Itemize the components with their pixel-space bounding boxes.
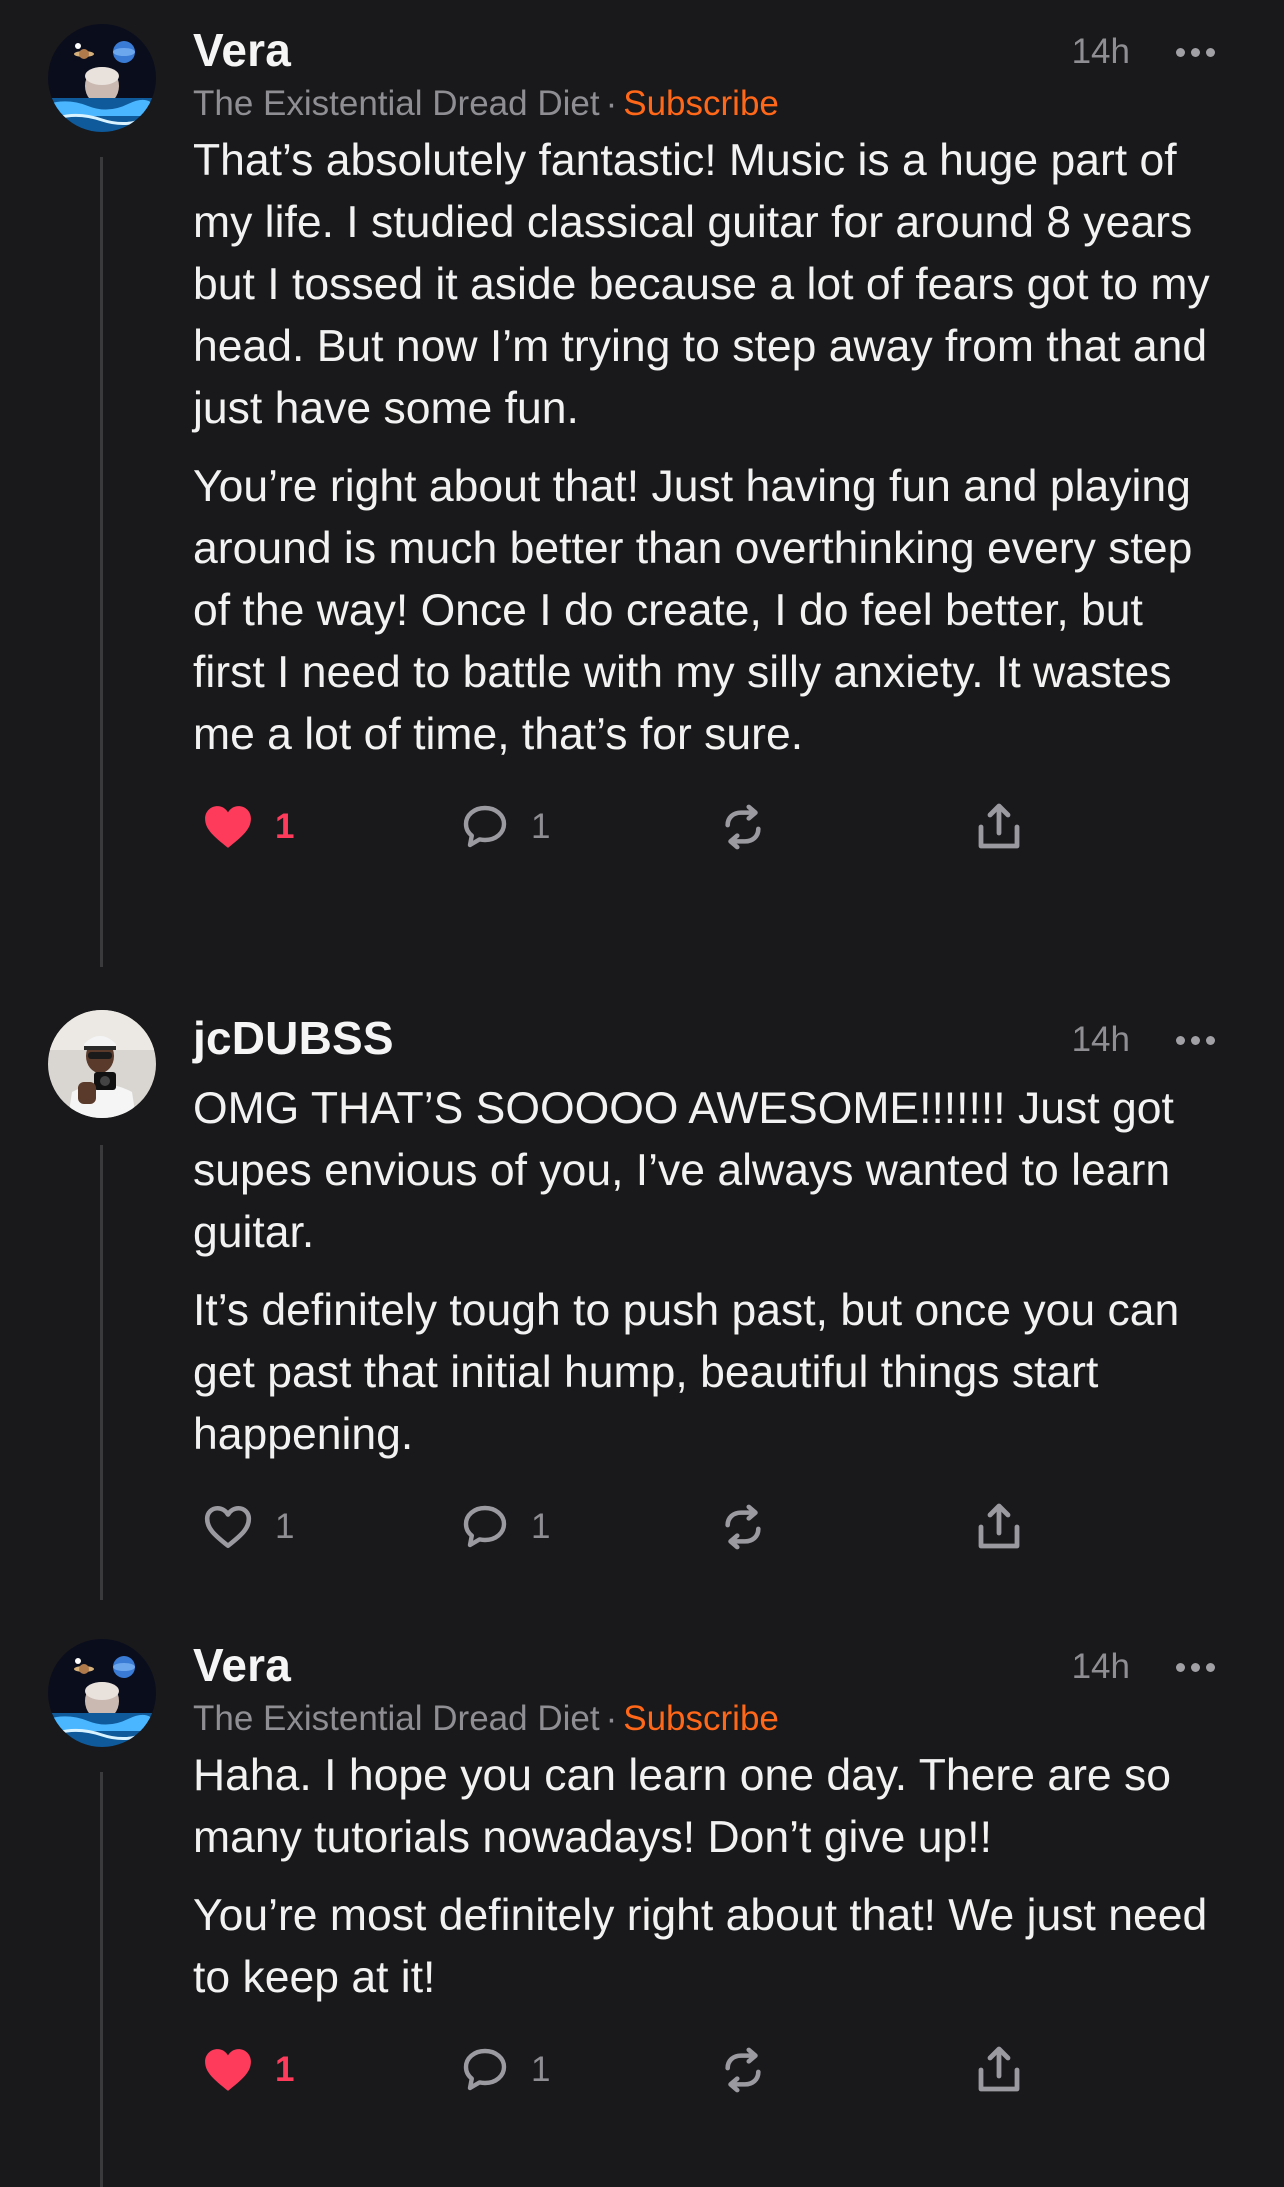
comment-actions: 1 1 bbox=[193, 2025, 1224, 2115]
reply-button[interactable]: 1 bbox=[461, 1482, 550, 1572]
share-button[interactable] bbox=[977, 2025, 1021, 2115]
restack-button[interactable] bbox=[719, 782, 767, 872]
heart-icon bbox=[205, 2049, 251, 2091]
comment-paragraph: It’s definitely tough to push past, but … bbox=[193, 1286, 1180, 1459]
avatar-jcdubss[interactable] bbox=[48, 1010, 156, 1118]
publication-name[interactable]: The Existential Dread Diet bbox=[193, 1699, 600, 1738]
avatar-vera[interactable] bbox=[48, 1639, 156, 1747]
comment-bubble-icon bbox=[463, 1505, 507, 1548]
comment: Vera 14h The Existential Dread Diet · Subs… bbox=[0, 22, 1284, 967]
comment: Vera 14h The Existential Dread Diet · Subs… bbox=[0, 1637, 1284, 2187]
share-button[interactable] bbox=[977, 1482, 1021, 1572]
share-icon bbox=[978, 803, 1020, 849]
avatar-vera[interactable] bbox=[48, 24, 156, 132]
restack-button[interactable] bbox=[719, 2025, 767, 2115]
more-dots-icon[interactable] bbox=[1176, 42, 1216, 62]
separator: · bbox=[605, 84, 618, 123]
like-button[interactable]: 1 bbox=[203, 782, 294, 872]
author-name[interactable]: Vera bbox=[193, 1637, 291, 1693]
comment-actions: 1 1 bbox=[193, 782, 1224, 872]
timestamp: 14h bbox=[1071, 32, 1130, 71]
restack-button[interactable] bbox=[719, 1482, 767, 1572]
timestamp: 14h bbox=[1071, 1020, 1130, 1059]
comment-header: Vera 14h bbox=[193, 1637, 1224, 1693]
comment-actions: 1 1 bbox=[193, 1482, 1224, 1572]
comment-paragraph: OMG THAT’S SOOOOO AWESOME!!!!!!! Just go… bbox=[193, 1084, 1174, 1257]
heart-outline-icon bbox=[204, 1505, 252, 1549]
restack-icon bbox=[725, 804, 761, 850]
restack-icon bbox=[725, 1504, 761, 1550]
comment-bubble-icon bbox=[463, 2048, 507, 2091]
like-button[interactable]: 1 bbox=[203, 1482, 294, 1572]
reply-button[interactable]: 1 bbox=[461, 782, 550, 872]
comment-paragraph: Haha. I hope you can learn one day. Ther… bbox=[193, 1751, 1172, 1862]
reply-count: 1 bbox=[531, 1507, 551, 1546]
comment-paragraph: That’s absolutely fantastic! Music is a … bbox=[193, 136, 1210, 433]
restack-icon bbox=[725, 2047, 761, 2093]
comment-header: jcDUBSS 14h bbox=[193, 1010, 1224, 1066]
subscribe-link[interactable]: Subscribe bbox=[623, 84, 779, 123]
comment-paragraph: You’re right about that! Just having fun… bbox=[193, 462, 1193, 759]
publication-row: The Existential Dread Diet · Subscribe bbox=[193, 82, 1224, 126]
comment-header: Vera 14h bbox=[193, 22, 1224, 78]
thread-line bbox=[100, 157, 103, 967]
thread-line bbox=[100, 1772, 103, 2187]
comment-body: Haha. I hope you can learn one day. Ther… bbox=[193, 1745, 1224, 2009]
author-name[interactable]: jcDUBSS bbox=[193, 1010, 394, 1066]
share-button[interactable] bbox=[977, 782, 1021, 872]
thread-line bbox=[100, 1145, 103, 1600]
share-icon bbox=[978, 2046, 1020, 2092]
more-dots-icon[interactable] bbox=[1176, 1657, 1216, 1677]
comment-paragraph: You’re most definitely right about that!… bbox=[193, 1891, 1208, 2002]
like-button[interactable]: 1 bbox=[203, 2025, 294, 2115]
like-count: 1 bbox=[275, 2050, 295, 2089]
like-count: 1 bbox=[275, 807, 295, 846]
reply-count: 1 bbox=[531, 2050, 551, 2089]
heart-icon bbox=[205, 806, 251, 848]
timestamp: 14h bbox=[1071, 1647, 1130, 1686]
share-icon bbox=[978, 1503, 1020, 1549]
comment: jcDUBSS 14h OMG THAT’S SOOOOO AWESOME!!!… bbox=[0, 1010, 1284, 1600]
comment-body: OMG THAT’S SOOOOO AWESOME!!!!!!! Just go… bbox=[193, 1078, 1224, 1466]
like-count: 1 bbox=[275, 1507, 295, 1546]
reply-button[interactable]: 1 bbox=[461, 2025, 550, 2115]
comment-bubble-icon bbox=[463, 805, 507, 848]
comment-body: That’s absolutely fantastic! Music is a … bbox=[193, 130, 1224, 766]
reply-count: 1 bbox=[531, 807, 551, 846]
publication-name[interactable]: The Existential Dread Diet bbox=[193, 84, 600, 123]
author-name[interactable]: Vera bbox=[193, 22, 291, 78]
subscribe-link[interactable]: Subscribe bbox=[623, 1699, 779, 1738]
separator: · bbox=[605, 1699, 618, 1738]
more-dots-icon[interactable] bbox=[1176, 1030, 1216, 1050]
publication-row: The Existential Dread Diet · Subscribe bbox=[193, 1697, 1224, 1741]
